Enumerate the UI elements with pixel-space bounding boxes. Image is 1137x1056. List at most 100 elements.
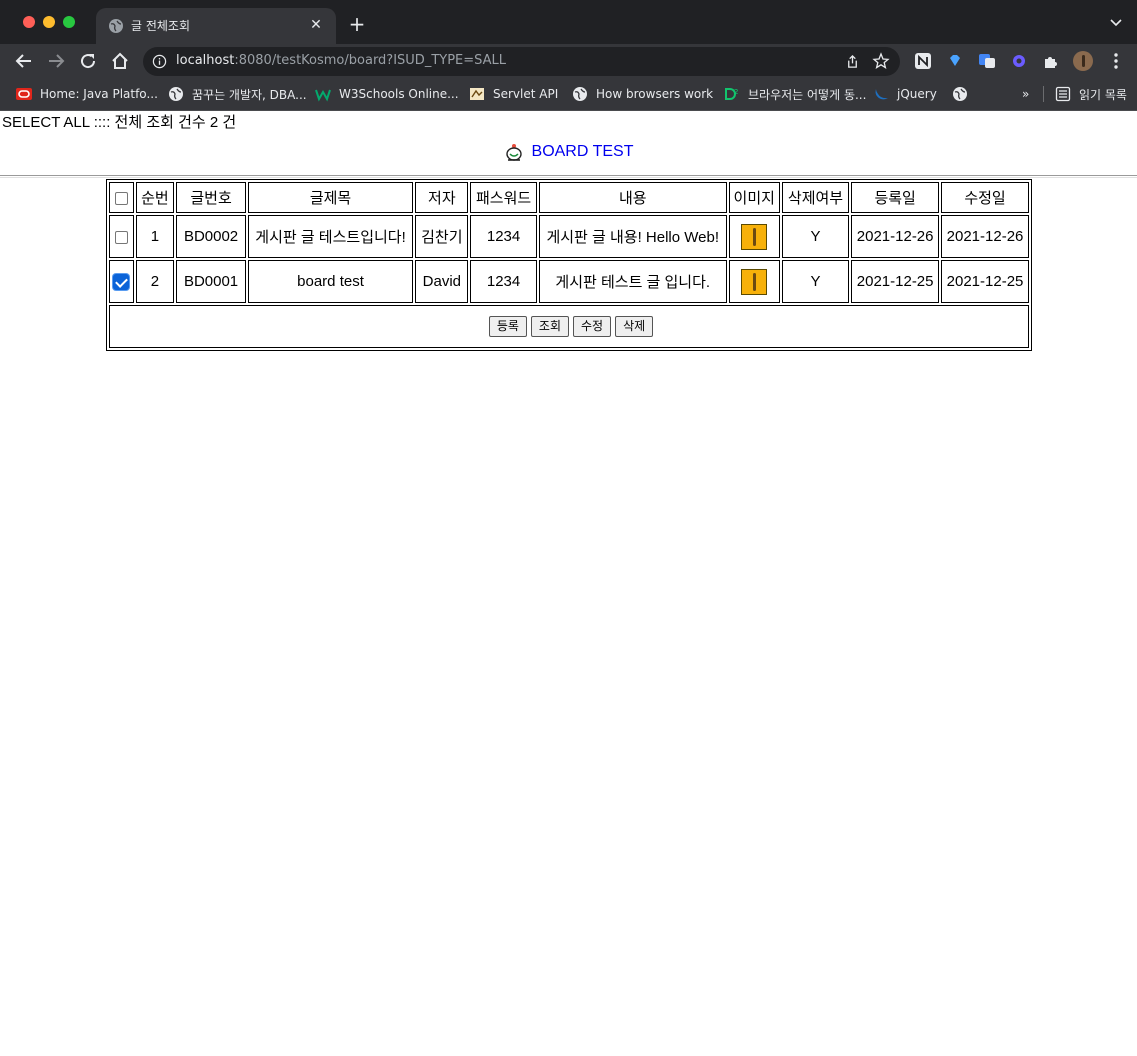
bookmark-item[interactable]: Home: Java Platfo... — [16, 84, 158, 104]
cell-image — [728, 215, 780, 258]
bookmark-label: Servlet API — [493, 87, 559, 101]
cell-no: 2 — [135, 260, 175, 303]
table-header-row: 순번 글번호 글제목 저자 패스워드 내용 이미지 삭제여부 등록일 수정일 — [109, 182, 1029, 213]
bookmark-label: 브라우저는 어떻게 동... — [748, 87, 867, 102]
image-thumbnail[interactable] — [741, 268, 768, 295]
row-checkbox[interactable] — [114, 230, 128, 244]
cell-content: 게시판 글 내용! Hello Web! — [538, 215, 727, 258]
update-button[interactable]: 수정 — [573, 316, 612, 337]
cell-deleted: Y — [781, 260, 850, 303]
window-minimize-button[interactable] — [43, 16, 55, 28]
cell-subject: board test — [247, 260, 414, 303]
notion-extension-icon[interactable] — [913, 51, 933, 71]
url-text: localhost:8080/testKosmo/board?ISUD_TYPE… — [176, 53, 506, 68]
address-bar[interactable]: localhost:8080/testKosmo/board?ISUD_TYPE… — [143, 47, 900, 76]
more-bookmarks-button[interactable]: » — [1022, 84, 1029, 104]
board-table: 순번 글번호 글제목 저자 패스워드 내용 이미지 삭제여부 등록일 수정일 1… — [106, 179, 1032, 351]
cell-no: 1 — [135, 215, 175, 258]
result-summary: SELECT ALL :::: 전체 조회 건수 2 건 — [2, 114, 237, 131]
select-all-checkbox[interactable] — [114, 191, 128, 205]
column-header: 내용 — [538, 182, 727, 213]
forward-arrow-icon[interactable] — [44, 49, 68, 73]
servlet-icon — [470, 88, 484, 100]
url-host: localhost — [176, 53, 235, 68]
kebab-menu-icon[interactable] — [1106, 51, 1126, 71]
reload-icon[interactable] — [76, 49, 100, 73]
share-icon[interactable] — [845, 54, 860, 69]
cell-subject: 게시판 글 테스트입니다! — [247, 215, 414, 258]
column-header: 패스워드 — [470, 182, 537, 213]
bookmark-item[interactable]: W3Schools Online... — [315, 84, 459, 104]
bookmark-star-icon[interactable] — [872, 52, 890, 70]
svg-text:2: 2 — [734, 88, 738, 96]
bookmark-label: 꿈꾸는 개발자, DBA... — [192, 87, 307, 102]
w3schools-icon — [315, 89, 331, 102]
cell-reg-date: 2021-12-26 — [851, 215, 940, 258]
column-header: 저자 — [415, 182, 469, 213]
table-row: 1 BD0002 게시판 글 테스트입니다! 김찬기 1234 게시판 글 내용… — [109, 215, 1029, 258]
bookmark-item[interactable]: Servlet API — [469, 84, 558, 104]
avatar[interactable] — [1073, 51, 1093, 71]
bookmark-item[interactable] — [952, 84, 976, 104]
image-thumbnail[interactable] — [741, 223, 768, 250]
home-icon[interactable] — [108, 49, 132, 73]
bookmark-item[interactable]: 꿈꾸는 개발자, DBA... — [168, 84, 307, 104]
gear-extension-icon[interactable] — [1009, 51, 1029, 71]
info-icon[interactable] — [152, 54, 167, 69]
window-maximize-button[interactable] — [63, 16, 75, 28]
cell-writer: David — [415, 260, 469, 303]
column-header: 글제목 — [247, 182, 414, 213]
page-title[interactable]: BOARD TEST — [532, 143, 634, 161]
chevron-down-icon[interactable] — [1109, 16, 1123, 30]
cell-password: 1234 — [470, 260, 537, 303]
reading-list-button[interactable]: 읽기 목록 — [1055, 84, 1127, 104]
more-bookmarks-label: » — [1022, 87, 1030, 101]
bookmark-item[interactable]: How browsers work — [572, 84, 713, 104]
translate-extension-icon[interactable] — [977, 51, 997, 71]
tab-title: 글 전체조회 — [131, 19, 191, 33]
cell-id: BD0001 — [176, 260, 246, 303]
delete-button[interactable]: 삭제 — [615, 316, 654, 337]
new-tab-button[interactable]: + — [345, 12, 369, 36]
puzzle-extensions-icon[interactable] — [1041, 51, 1061, 71]
tab-strip: 글 전체조회 ✕ + — [0, 0, 1137, 44]
cell-password: 1234 — [470, 215, 537, 258]
cell-mod-date: 2021-12-25 — [941, 260, 1029, 303]
select-all-cell — [109, 182, 134, 213]
bookmark-label: W3Schools Online... — [339, 87, 459, 101]
bookmark-label: jQuery — [897, 87, 937, 101]
divider — [0, 175, 1137, 178]
bookmark-item[interactable]: 2 브라우저는 어떻게 동... — [724, 84, 866, 104]
alarm-clock-icon — [505, 144, 522, 161]
cell-writer: 김찬기 — [415, 215, 469, 258]
tab-active[interactable]: 글 전체조회 ✕ — [96, 8, 336, 44]
insert-button[interactable]: 등록 — [488, 316, 527, 337]
row-checkbox-checked[interactable] — [113, 274, 130, 291]
bookmark-item[interactable]: jQuery — [873, 84, 937, 104]
cell-mod-date: 2021-12-26 — [941, 215, 1029, 258]
back-arrow-icon[interactable] — [12, 49, 36, 73]
window-close-button[interactable] — [23, 16, 35, 28]
column-header: 등록일 — [851, 182, 940, 213]
globe-icon — [573, 87, 587, 101]
bookmarks-bar: Home: Java Platfo... 꿈꾸는 개발자, DBA... W3S… — [0, 78, 1137, 111]
jquery-icon — [875, 89, 888, 100]
url-path: :8080/testKosmo/board?ISUD_TYPE=SALL — [234, 53, 507, 68]
select-button[interactable]: 조회 — [530, 316, 569, 337]
browser-chrome: 글 전체조회 ✕ + localhost:8080/testKosmo/boar… — [0, 0, 1137, 111]
row-select-cell — [109, 260, 134, 303]
table-row: 2 BD0001 board test David 1234 게시판 테스트 글… — [109, 260, 1029, 303]
tab-close-icon[interactable]: ✕ — [306, 15, 326, 35]
column-header: 순번 — [135, 182, 175, 213]
column-header: 수정일 — [941, 182, 1029, 213]
page-viewport: SELECT ALL :::: 전체 조회 건수 2 건 BOARD TEST … — [0, 111, 1137, 1056]
gem-extension-icon[interactable] — [945, 51, 965, 71]
globe-icon — [109, 19, 123, 33]
cell-deleted: Y — [781, 215, 850, 258]
page-header: BOARD TEST — [0, 141, 1137, 168]
bookmarks-divider — [1043, 86, 1044, 102]
column-header: 이미지 — [728, 182, 780, 213]
button-row: 등록 조회 수정 삭제 — [109, 305, 1029, 348]
row-select-cell — [109, 215, 134, 258]
column-header: 글번호 — [176, 182, 246, 213]
